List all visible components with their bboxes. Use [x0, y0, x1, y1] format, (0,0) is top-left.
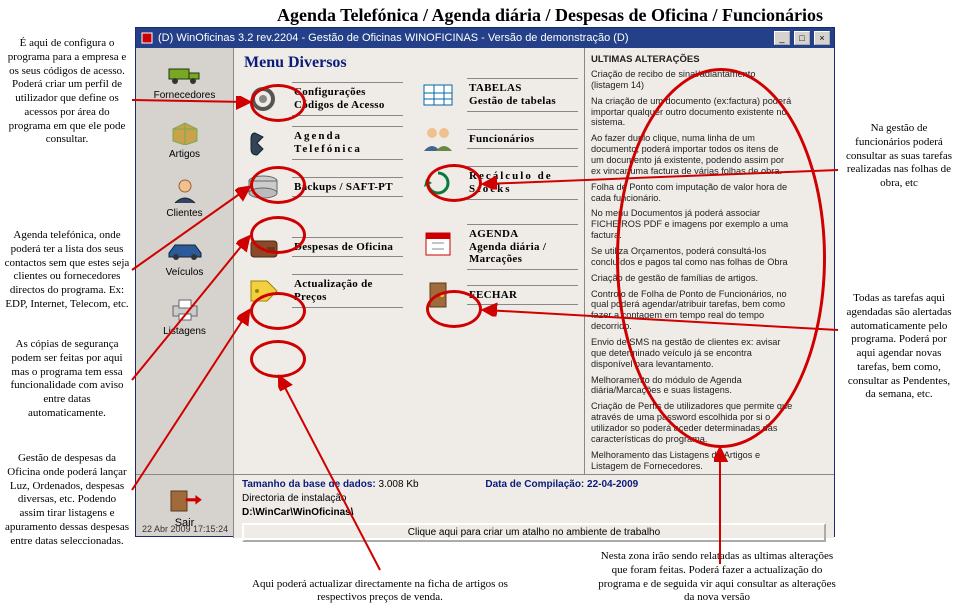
menu-label: AGENDA Agenda diária / Marcações	[467, 224, 578, 270]
annotation-agenda: Todas as tarefas aqui agendadas são aler…	[840, 290, 958, 404]
install-dir-value: D:\WinCar\WinOficinas\	[242, 507, 354, 518]
door-icon	[417, 276, 459, 314]
exit-icon	[163, 485, 207, 515]
sidebar: Fornecedores Artigos Clientes Veículos L…	[136, 48, 234, 474]
titlebar: (D) WinOficinas 3.2 rev.2204 - Gestão de…	[136, 28, 834, 48]
person-icon	[165, 176, 205, 206]
sidebar-artigos[interactable]: Artigos	[136, 117, 233, 160]
sidebar-item-label: Veículos	[166, 267, 204, 278]
menu-recalculo[interactable]: Recálculo de Stocks	[417, 164, 578, 202]
truck-icon	[165, 58, 205, 88]
sidebar-veiculos[interactable]: Veículos	[136, 235, 233, 278]
menu-label: TABELAS Gestão de tabelas	[467, 78, 578, 111]
phone-icon	[242, 124, 284, 162]
alter-item: No menu Documentos já poderá associar FI…	[591, 208, 793, 241]
menu-funcionarios[interactable]: Funcionários	[417, 120, 578, 158]
alter-item: Melhoramento das Listagens de Artigos e …	[591, 450, 793, 472]
alter-item: Melhoramento do módulo de Agenda diária/…	[591, 375, 793, 397]
alter-item: Folha de Ponto com imputação de valor ho…	[591, 182, 793, 204]
create-shortcut-button[interactable]: Clique aqui para criar um atalho no ambi…	[242, 523, 826, 542]
menu-label: Agenda Telefónica	[292, 126, 403, 159]
menu-title: Menu Diversos	[244, 54, 403, 72]
menu-label: FECHAR	[467, 285, 578, 306]
menu-despesas[interactable]: Despesas de Oficina	[242, 228, 403, 266]
window-title: (D) WinOficinas 3.2 rev.2204 - Gestão de…	[158, 32, 770, 44]
close-button[interactable]: ×	[814, 31, 830, 45]
menu-label: Configurações Códigos de Acesso	[292, 82, 403, 115]
annotation-backups: As cópias de segurança podem ser feitas …	[2, 336, 132, 423]
sidebar-item-label: Clientes	[166, 208, 202, 219]
recycle-icon	[417, 164, 459, 202]
alter-item: Criação de recibo de sinal/adiantamento …	[591, 69, 793, 91]
page-title: Agenda Telefónica / Agenda diária / Desp…	[160, 5, 940, 26]
alter-item: Na criação de um documento (ex:factura) …	[591, 96, 793, 129]
menu-configuracoes[interactable]: Configurações Códigos de Acesso	[242, 80, 403, 118]
menu-agenda-telefonica[interactable]: Agenda Telefónica	[242, 124, 403, 162]
annotation-agenda-telefonica: Agenda telefónica, onde poderá ter a lis…	[2, 227, 132, 314]
compile-date-label: Data de Compilação:	[485, 479, 584, 490]
sidebar-item-label: Artigos	[169, 149, 200, 160]
db-size-label: Tamanho da base de dados:	[242, 479, 376, 490]
menu-backups[interactable]: Backups / SAFT-PT	[242, 168, 403, 206]
car-icon	[165, 235, 205, 265]
annotation-precos: Aqui poderá actualizar directamente na f…	[225, 576, 535, 608]
alter-item: Criação de Perfis de utilizadores que pe…	[591, 401, 793, 444]
tag-icon	[242, 272, 284, 310]
menu-label: Actualização de Preços	[292, 274, 403, 307]
app-icon	[140, 31, 154, 45]
box-icon	[165, 117, 205, 147]
compile-date-value: 22-04-2009	[587, 479, 638, 490]
gear-icon	[242, 80, 284, 118]
maximize-button[interactable]: □	[794, 31, 810, 45]
sidebar-item-label: Fornecedores	[154, 90, 216, 101]
annotation-ultimas: Nesta zona irão sendo relatadas as ultim…	[592, 548, 842, 607]
menu-label: Funcionários	[467, 129, 578, 150]
menu-label: Backups / SAFT-PT	[292, 177, 403, 198]
alter-item: Ao fazer duplo clique, numa linha de um …	[591, 133, 793, 176]
bottom-info: Tamanho da base de dados: 3.008 Kb Data …	[234, 475, 834, 538]
annotation-despesas: Gestão de despesas da Oficina onde poder…	[2, 450, 132, 550]
annotation-config: É aqui de configura o programa para a em…	[2, 35, 132, 149]
footer-datetime: 22 Abr 2009 17:15:24	[142, 524, 228, 534]
db-size-value: 3.008 Kb	[379, 479, 419, 490]
sidebar-listagens[interactable]: Listagens	[136, 294, 233, 337]
menu-tabelas[interactable]: TABELAS Gestão de tabelas	[417, 76, 578, 114]
wallet-icon	[242, 228, 284, 266]
menu-label: Recálculo de Stocks	[467, 166, 578, 199]
sidebar-fornecedores[interactable]: Fornecedores	[136, 58, 233, 101]
calendar-icon	[417, 224, 459, 262]
alter-item: Criação de gestão de famílias de artigos…	[591, 273, 793, 284]
menu-precos[interactable]: Actualização de Preços	[242, 272, 403, 310]
install-dir-label: Directoria de instalação	[242, 493, 347, 504]
disk-icon	[242, 168, 284, 206]
minimize-button[interactable]: _	[774, 31, 790, 45]
people-icon	[417, 120, 459, 158]
app-window: (D) WinOficinas 3.2 rev.2204 - Gestão de…	[135, 27, 835, 537]
annotation-funcionarios: Na gestão de funcionários poderá consult…	[840, 120, 958, 193]
printer-icon	[165, 294, 205, 324]
alter-item: Controlo de Folha de Ponto de Funcionári…	[591, 289, 793, 332]
sidebar-clientes[interactable]: Clientes	[136, 176, 233, 219]
alter-item: Envio de SMS na gestão de clientes ex: a…	[591, 337, 793, 370]
table-icon	[417, 76, 459, 114]
alter-title: ULTIMAS ALTERAÇÕES	[591, 54, 793, 65]
menu-agenda[interactable]: AGENDA Agenda diária / Marcações	[417, 224, 578, 270]
sidebar-item-label: Listagens	[163, 326, 206, 337]
alter-item: Se utiliza Orçamentos, poderá consultá-l…	[591, 246, 793, 268]
menu-fechar[interactable]: FECHAR	[417, 276, 578, 314]
ultimas-alteracoes-panel: ULTIMAS ALTERAÇÕES Criação de recibo de …	[584, 48, 799, 474]
menu-label: Despesas de Oficina	[292, 237, 403, 258]
